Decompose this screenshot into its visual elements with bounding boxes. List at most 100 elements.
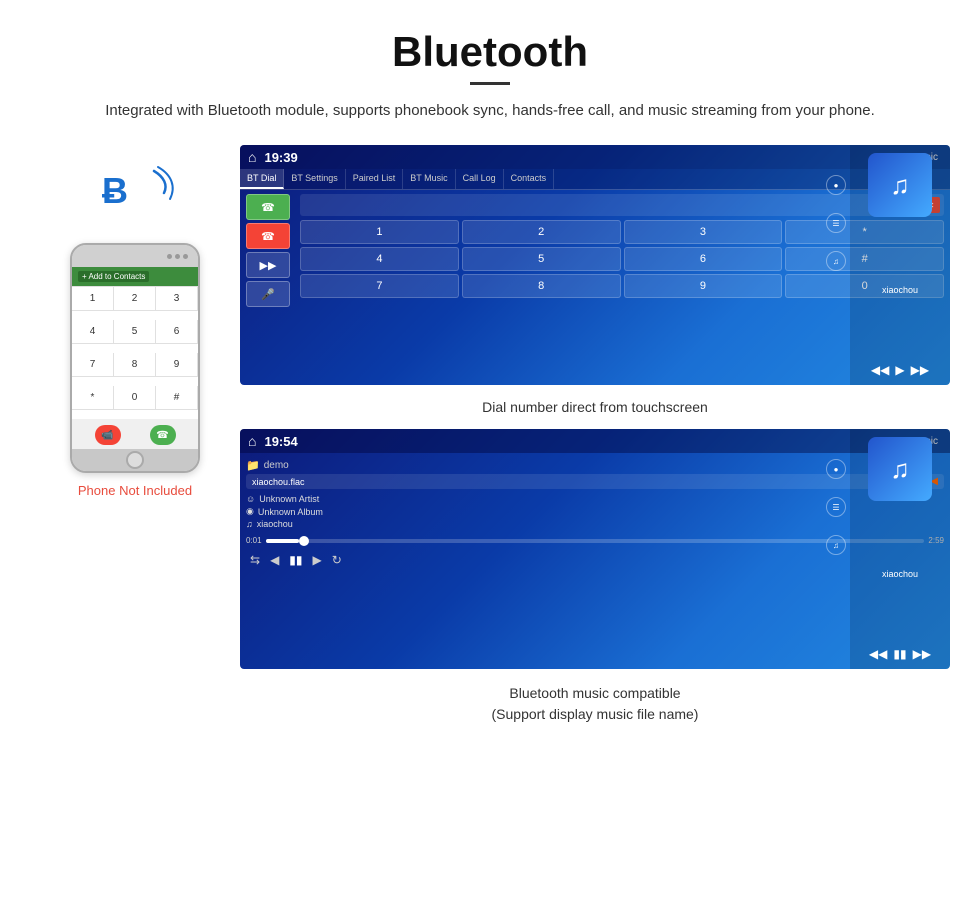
tab-bt-dial[interactable]: BT Dial xyxy=(240,169,284,189)
song-name: xiaochou xyxy=(257,519,293,529)
folder-icon: 📁 xyxy=(246,459,260,472)
phone-home-button[interactable] xyxy=(126,451,144,469)
prev-button-1[interactable]: ◀◀ xyxy=(871,363,889,377)
album-icon: ◉ xyxy=(246,506,254,517)
phone-top-bar xyxy=(72,245,198,267)
side-icon-clock-2[interactable]: ● xyxy=(826,459,846,479)
phone-dial-cell[interactable]: 2 xyxy=(114,287,156,311)
dial-key-1[interactable]: 1 xyxy=(300,220,459,244)
next-button-1[interactable]: ▶▶ xyxy=(911,363,929,377)
side-icon-vol[interactable]: ♫ xyxy=(826,251,846,271)
pause-icon[interactable]: ▮▮ xyxy=(289,553,302,567)
dial-call-button[interactable]: ☎ xyxy=(246,194,290,220)
tab-bt-settings[interactable]: BT Settings xyxy=(284,169,345,189)
screen2-caption: Bluetooth music compatible (Support disp… xyxy=(240,677,950,729)
screen1-time: 19:39 xyxy=(264,150,878,165)
phone-dial-cell[interactable]: 8 xyxy=(114,353,156,377)
repeat-icon[interactable]: ↻ xyxy=(332,553,342,567)
folder-name: demo xyxy=(264,460,289,471)
phone-dial-cell[interactable]: 1 xyxy=(72,287,114,311)
dial-mute-button[interactable]: ▶▶ xyxy=(246,252,290,278)
page-title: Bluetooth xyxy=(0,0,980,82)
side-icon-eq-2[interactable]: ☰ xyxy=(826,497,846,517)
bluetooth-symbol: Ƀ xyxy=(102,173,128,209)
album-name: Unknown Album xyxy=(258,507,323,517)
tab-contacts[interactable]: Contacts xyxy=(504,169,555,189)
screen1-music-panel: ♫ xiaochou ◀◀ ▶ ▶▶ xyxy=(850,145,950,385)
dial-mic-button[interactable]: 🎤 xyxy=(246,281,290,307)
screen2-music-panel: ♫ xiaochou ◀◀ ▮▮ ▶▶ xyxy=(850,429,950,669)
dial-key-2[interactable]: 2 xyxy=(462,220,621,244)
phone-action-row: 📹 ☎ xyxy=(72,419,198,449)
dial-key-5[interactable]: 5 xyxy=(462,247,621,271)
music-album-art-2: ♫ xyxy=(868,437,932,501)
phone-dial-cell[interactable]: 6 xyxy=(156,320,198,344)
side-icons-1: ● ☰ ♫ xyxy=(826,175,846,271)
progress-bar-fill xyxy=(266,539,299,543)
music-controls-1: ◀◀ ▶ ▶▶ xyxy=(871,363,929,377)
phone-add-contacts: + Add to Contacts xyxy=(78,271,149,282)
phone-dial-cell[interactable]: 3 xyxy=(156,287,198,311)
side-icons-2: ● ☰ ♫ xyxy=(826,459,846,555)
progress-dot xyxy=(299,536,309,546)
phone-dial-cell[interactable]: 0 xyxy=(114,386,156,410)
screen1-caption: Dial number direct from touchscreen xyxy=(240,393,950,429)
dial-key-4[interactable]: 4 xyxy=(300,247,459,271)
bluetooth-waves xyxy=(134,163,178,218)
dial-key-9[interactable]: 9 xyxy=(624,274,783,298)
dial-numpad: 1 2 3 * 4 5 6 # 7 8 9 0 xyxy=(300,220,944,298)
phone-dial-cell[interactable]: 4 xyxy=(72,320,114,344)
prev-icon[interactable]: ◀ xyxy=(270,553,279,567)
phone-dot-2 xyxy=(175,254,180,259)
title-divider xyxy=(470,82,510,85)
dial-hangup-button[interactable]: ☎ xyxy=(246,223,290,249)
phone-dial-cell[interactable]: 7 xyxy=(72,353,114,377)
shuffle-icon[interactable]: ⇆ xyxy=(250,553,260,567)
phone-dial-cell[interactable]: # xyxy=(156,386,198,410)
dial-key-6[interactable]: 6 xyxy=(624,247,783,271)
music-album-art-1: ♫ xyxy=(868,153,932,217)
play-pause-button-2[interactable]: ▮▮ xyxy=(893,647,906,661)
phone-dot-1 xyxy=(167,254,172,259)
phone-dial-cell[interactable]: 5 xyxy=(114,320,156,344)
prev-button-2[interactable]: ◀◀ xyxy=(869,647,887,661)
phone-dial-cell[interactable]: 9 xyxy=(156,353,198,377)
screen2-time: 19:54 xyxy=(264,434,878,449)
phone-bottom-bar xyxy=(72,449,198,471)
phone-column: Ƀ + Add to Contacts 1 2 xyxy=(30,145,240,498)
phone-mockup: + Add to Contacts 1 2 3 4 5 6 7 8 9 * 0 … xyxy=(70,243,200,473)
dial-left-actions: ☎ ☎ ▶▶ 🎤 xyxy=(246,194,294,307)
next-button-2[interactable]: ▶▶ xyxy=(913,647,931,661)
song-icon: ♫ xyxy=(246,519,253,529)
subtitle-text: Integrated with Bluetooth module, suppor… xyxy=(0,99,980,123)
phone-dial-grid: 1 2 3 4 5 6 7 8 9 * 0 # xyxy=(72,286,198,419)
phone-screen: + Add to Contacts 1 2 3 4 5 6 7 8 9 * 0 … xyxy=(72,267,198,449)
side-icon-eq[interactable]: ☰ xyxy=(826,213,846,233)
side-icon-clock[interactable]: ● xyxy=(826,175,846,195)
time-start: 0:01 xyxy=(246,536,262,545)
screen2-home-icon[interactable]: ⌂ xyxy=(248,433,256,449)
music-title-1: xiaochou xyxy=(882,285,918,295)
artist-icon: ☺ xyxy=(246,494,255,504)
bt-dial-screen: ⌂ 19:39 ↩ Music BT Dial BT Settings Pair… xyxy=(240,145,950,385)
dial-key-7[interactable]: 7 xyxy=(300,274,459,298)
tab-call-log[interactable]: Call Log xyxy=(456,169,504,189)
play-button-1[interactable]: ▶ xyxy=(895,363,904,377)
bt-music-screen: ⌂ 19:54 ↩ Music 📁 demo xiaochou.flac ◀ xyxy=(240,429,950,669)
dial-key-8[interactable]: 8 xyxy=(462,274,621,298)
phone-video-btn[interactable]: 📹 xyxy=(95,425,121,445)
dial-key-3[interactable]: 3 xyxy=(624,220,783,244)
phone-call-btn[interactable]: ☎ xyxy=(150,425,176,445)
phone-dial-cell[interactable]: * xyxy=(72,386,114,410)
phone-dot-3 xyxy=(183,254,188,259)
tab-paired-list[interactable]: Paired List xyxy=(346,169,404,189)
side-icon-vol-2[interactable]: ♫ xyxy=(826,535,846,555)
music-title-2: xiaochou xyxy=(882,569,918,579)
next-icon[interactable]: ▶ xyxy=(313,553,322,567)
screen2-topbar: ⌂ 19:54 ↩ Music xyxy=(240,429,950,453)
dial-right-panel: ✕ 1 2 3 * 4 5 6 # 7 8 9 0 xyxy=(300,194,944,307)
screen2-caption-line1: Bluetooth music compatible xyxy=(240,683,950,704)
tab-bt-music[interactable]: BT Music xyxy=(403,169,455,189)
content-area: Ƀ + Add to Contacts 1 2 xyxy=(0,145,980,729)
screen1-home-icon[interactable]: ⌂ xyxy=(248,149,256,165)
